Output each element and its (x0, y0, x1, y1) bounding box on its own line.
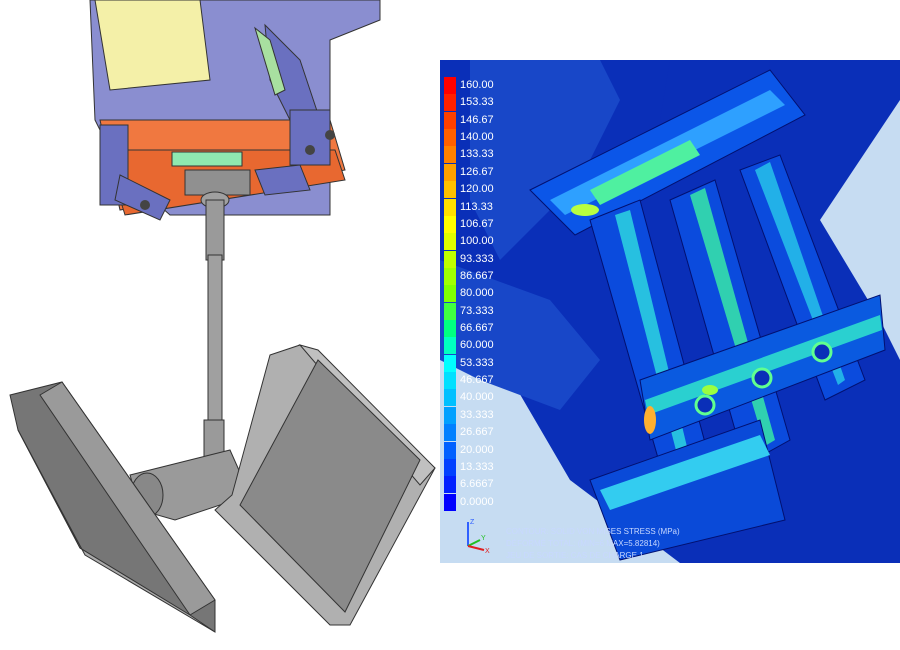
legend-row: 100.00 (442, 233, 502, 251)
legend-swatch (444, 250, 456, 268)
legend-row: 80.000 (442, 285, 502, 303)
legend-swatch (444, 198, 456, 216)
legend-label: 133.33 (460, 148, 494, 161)
legend-swatch (444, 285, 456, 303)
result-info: CONTOUR: SOLID VON MISES STRESS (MPa) DÉ… (506, 526, 680, 562)
legend-row: 140.00 (442, 129, 502, 147)
legend-label: 13.333 (460, 460, 494, 473)
legend-swatch (444, 372, 456, 390)
legend-label: 33.333 (460, 408, 494, 421)
deformation-info: DÉFORMÉ TOTAL: (MIN=6 MAX=5.82814) (506, 539, 660, 548)
legend-row: 0.0000 (442, 493, 502, 511)
legend-row: 26.667 (442, 424, 502, 442)
legend-label: 93.333 (460, 252, 494, 265)
legend-label: 100.00 (460, 235, 494, 248)
legend-row: 6.6667 (442, 476, 502, 494)
legend-label: 53.333 (460, 356, 494, 369)
legend-label: 140.00 (460, 131, 494, 144)
axis-triad-icon: Z Y X (467, 519, 490, 555)
legend-label: 106.67 (460, 217, 494, 230)
legend-row: 146.67 (442, 111, 502, 129)
output-set-info: JEU DE SORTIE: CAS DE CHARGE 1 (506, 551, 644, 560)
legend-row: 93.333 (442, 250, 502, 268)
legend-row: 46.667 (442, 372, 502, 390)
legend-swatch (444, 94, 456, 112)
legend-row: 126.67 (442, 163, 502, 181)
legend-swatch (444, 233, 456, 251)
contour-info: CONTOUR: SOLID VON MISES STRESS (MPa) (506, 527, 680, 536)
legend-swatch (444, 215, 456, 233)
fea-result-panel: 160.00 153.33 146.67 140.00 133.33 126.67 120.… (440, 60, 900, 563)
legend-swatch (444, 337, 456, 355)
legend-label: 120.00 (460, 183, 494, 196)
legend-row: 60.000 (442, 337, 502, 355)
legend-row: 53.333 (442, 354, 502, 372)
legend-swatch (444, 267, 456, 285)
legend-label: 73.333 (460, 304, 494, 317)
legend-label: 126.67 (460, 165, 494, 178)
legend-label: 0.0000 (460, 495, 494, 508)
legend-label: 160.00 (460, 79, 494, 91)
legend-swatch (444, 111, 456, 129)
legend-swatch (444, 493, 456, 511)
legend-label: 40.000 (460, 391, 494, 404)
legend-label: 6.6667 (460, 478, 494, 491)
stress-color-legend: 160.00 153.33 146.67 140.00 133.33 126.67 120.… (442, 77, 502, 511)
legend-label: 153.33 (460, 96, 494, 109)
legend-label: 60.000 (460, 339, 494, 352)
legend-label: 80.000 (460, 287, 494, 300)
legend-swatch (444, 181, 456, 199)
legend-swatch (444, 458, 456, 476)
legend-swatch (444, 146, 456, 164)
legend-row: 153.33 (442, 94, 502, 112)
legend-row: 40.000 (442, 389, 502, 407)
legend-label: 26.667 (460, 426, 494, 439)
legend-label: 86.667 (460, 269, 494, 282)
legend-row: 160.00 (442, 77, 502, 94)
triad-z-label: Z (470, 519, 475, 526)
triad-y-label: Y (481, 535, 486, 542)
stress-contour-model (440, 60, 900, 563)
legend-row: 113.33 (442, 198, 502, 216)
legend-row: 20.000 (442, 441, 502, 459)
legend-swatch (444, 163, 456, 181)
legend-row: 73.333 (442, 302, 502, 320)
legend-swatch (444, 406, 456, 424)
legend-row: 86.667 (442, 267, 502, 285)
legend-swatch (444, 129, 456, 147)
legend-row: 33.333 (442, 406, 502, 424)
legend-label: 46.667 (460, 374, 494, 387)
legend-label: 20.000 (460, 443, 494, 456)
legend-swatch (444, 354, 456, 372)
legend-row: 133.33 (442, 146, 502, 164)
legend-label: 146.67 (460, 113, 494, 126)
legend-row: 120.00 (442, 181, 502, 199)
legend-swatch (444, 389, 456, 407)
legend-swatch (444, 320, 456, 338)
legend-swatch (444, 424, 456, 442)
right-monitor (214, 344, 436, 626)
legend-swatch (444, 77, 456, 94)
legend-row: 13.333 (442, 458, 502, 476)
legend-label: 66.667 (460, 322, 494, 335)
legend-swatch (444, 302, 456, 320)
legend-row: 106.67 (442, 215, 502, 233)
legend-row: 66.667 (442, 320, 502, 338)
legend-swatch (444, 441, 456, 459)
cad-model-view (9, 0, 436, 633)
legend-label: 113.33 (460, 200, 493, 213)
legend-swatch (444, 476, 456, 494)
triad-x-label: X (485, 548, 490, 555)
